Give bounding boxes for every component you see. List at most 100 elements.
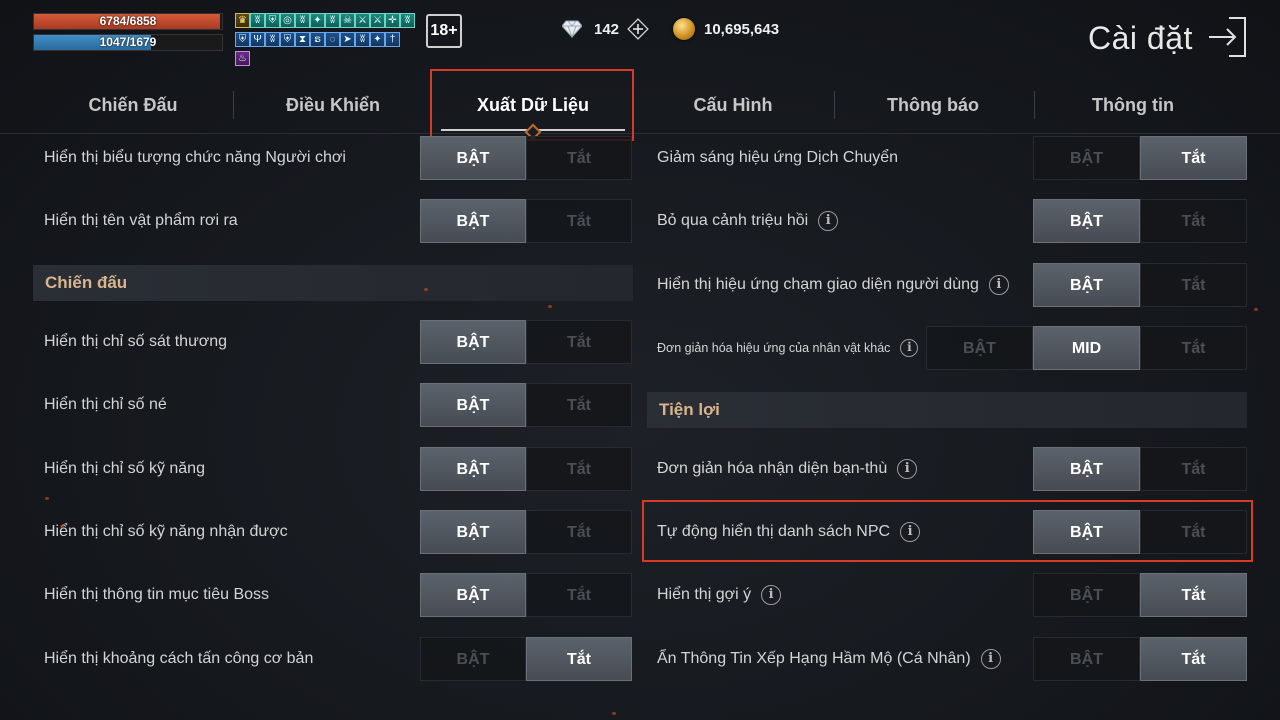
off-button[interactable]: Tắt <box>1140 573 1247 617</box>
off-button[interactable]: Tắt <box>526 637 632 681</box>
setting-label: Hiển thị chỉ số sát thương <box>44 333 228 350</box>
on-button[interactable]: BẬT <box>420 136 526 180</box>
setting-label: Hiển thị gợi ý i <box>657 573 782 617</box>
arrow-icon: ➤ <box>340 32 355 47</box>
spiral-icon: ◌ <box>325 32 340 47</box>
off-button[interactable]: Tắt <box>526 320 632 364</box>
off-button[interactable]: Tắt <box>1140 136 1247 180</box>
info-icon[interactable]: i <box>818 211 839 231</box>
setting-label: Hiển thị khoảng cách tấn công cơ bản <box>44 650 314 667</box>
off-button[interactable]: Tắt <box>526 136 632 180</box>
setting-label-text: Hiển thị gợi ý <box>657 586 752 603</box>
trident-icon: Ψ <box>250 32 265 47</box>
diamond-icon <box>562 20 582 38</box>
diamond-amount: 142 <box>594 20 620 38</box>
section-title: Tiện lợi <box>659 400 720 419</box>
setting-label: Ẩn Thông Tin Xếp Hạng Hầm Mộ (Cá Nhân) i <box>657 637 1001 681</box>
setting-label-text: Bỏ qua cảnh triệu hồi <box>657 212 809 229</box>
toggle: BẬT Tắt <box>420 637 632 681</box>
info-icon[interactable]: i <box>897 459 918 479</box>
gold-amount: 10,695,643 <box>704 20 780 38</box>
toggle: BẬT Tắt <box>420 573 632 617</box>
toggle: BẬT Tắt <box>1033 199 1247 243</box>
setting-label-text: Ẩn Thông Tin Xếp Hạng Hầm Mộ (Cá Nhân) <box>657 650 971 667</box>
on-button[interactable]: BẬT <box>1033 637 1140 681</box>
setting-row: Hiển thị chỉ số né BẬT Tắt <box>32 383 632 427</box>
off-button[interactable]: Tắt <box>1140 637 1247 681</box>
off-button[interactable]: Tắt <box>1140 199 1247 243</box>
mp-text: 1047/1679 <box>99 35 157 49</box>
highlight-box-tab <box>430 69 634 141</box>
toggle: BẬT Tắt <box>1033 447 1247 491</box>
info-icon[interactable]: i <box>980 649 1001 669</box>
setting-label-text: Hiển thị hiệu ứng chạm giao diện người d… <box>657 276 979 293</box>
swirl-icon: ຣ <box>310 32 325 47</box>
tab-controls[interactable]: Điều Khiển <box>233 76 433 134</box>
toggle: BẬT Tắt <box>420 447 632 491</box>
mp-bar: 1047/1679 <box>33 34 223 51</box>
info-icon[interactable]: i <box>988 275 1009 295</box>
on-button[interactable]: BẬT <box>420 447 526 491</box>
info-icon[interactable]: i <box>761 585 782 605</box>
trophy-icon: ♛ <box>235 13 250 28</box>
section-header-convenience: Tiện lợi <box>647 392 1247 428</box>
setting-row: Đơn giản hóa nhận diện bạn-thù i BẬT Tắt <box>645 447 1247 491</box>
ember-particle <box>45 497 49 500</box>
on-button[interactable]: BẬT <box>1033 199 1140 243</box>
off-button[interactable]: Tắt <box>526 383 632 427</box>
star-icon: ✦ <box>310 13 325 28</box>
ember-particle <box>60 525 64 528</box>
hourglass-icon: ⧗ <box>295 32 310 47</box>
tab-config[interactable]: Cấu Hình <box>633 76 833 134</box>
ember-particle <box>1254 308 1258 311</box>
wing-icon: ʬ <box>355 32 370 47</box>
on-button[interactable]: BẬT <box>420 510 526 554</box>
add-diamond-icon[interactable] <box>627 18 649 40</box>
toggle: BẬT Tắt <box>1033 263 1247 307</box>
off-button[interactable]: Tắt <box>1140 326 1247 370</box>
on-button[interactable]: BẬT <box>1033 263 1140 307</box>
shield-icon: ⛨ <box>280 32 295 47</box>
diamond-currency: 142 <box>562 18 649 40</box>
tab-notifications[interactable]: Thông báo <box>833 76 1033 134</box>
toggle: BẬT Tắt <box>1033 573 1247 617</box>
on-button[interactable]: BẬT <box>420 320 526 364</box>
off-button[interactable]: Tắt <box>1140 447 1247 491</box>
ember-particle <box>548 305 552 308</box>
gold-coin-icon <box>673 18 695 40</box>
on-button[interactable]: BẬT <box>420 199 526 243</box>
off-button[interactable]: Tắt <box>526 447 632 491</box>
ember-particle <box>612 712 616 715</box>
on-button[interactable]: BẬT <box>1033 573 1140 617</box>
off-button[interactable]: Tắt <box>526 510 632 554</box>
off-button[interactable]: Tắt <box>526 199 632 243</box>
toggle: BẬT Tắt <box>420 136 632 180</box>
off-button[interactable]: Tắt <box>1140 263 1247 307</box>
on-button[interactable]: BẬT <box>1033 447 1140 491</box>
skull-icon: ☠ <box>340 13 355 28</box>
setting-row: Hiển thị chỉ số sát thương BẬT Tắt <box>32 320 632 364</box>
tab-combat[interactable]: Chiến Đấu <box>33 76 233 134</box>
on-button[interactable]: BẬT <box>926 326 1033 370</box>
ember-particle <box>424 288 428 291</box>
wing-icon: ʬ <box>265 32 280 47</box>
setting-label: Hiển thị hiệu ứng chạm giao diện người d… <box>657 263 1009 307</box>
setting-label-text: Đơn giản hóa nhận diện bạn-thù <box>657 460 888 477</box>
age-rating-badge: 18+ <box>426 14 462 48</box>
on-button[interactable]: BẬT <box>420 573 526 617</box>
on-button[interactable]: BẬT <box>420 637 526 681</box>
on-button[interactable]: BẬT <box>420 383 526 427</box>
setting-label: Đơn giản hóa hiệu ứng của nhân vật khác i <box>657 326 919 370</box>
setting-row: Ẩn Thông Tin Xếp Hạng Hầm Mộ (Cá Nhân) i … <box>645 637 1247 681</box>
setting-row: Hiển thị khoảng cách tấn công cơ bản BẬT… <box>32 637 632 681</box>
tab-info[interactable]: Thông tin <box>1033 76 1233 134</box>
shield-icon: ⛨ <box>265 13 280 28</box>
mid-button[interactable]: MID <box>1033 326 1140 370</box>
setting-label: Hiển thị chỉ số kỹ năng nhận được <box>44 523 288 540</box>
setting-label: Đơn giản hóa nhận diện bạn-thù i <box>657 447 918 491</box>
info-icon[interactable]: i <box>900 339 919 357</box>
setting-label: Hiển thị chỉ số kỹ năng <box>44 460 205 477</box>
exit-icon[interactable] <box>1207 16 1249 58</box>
on-button[interactable]: BẬT <box>1033 136 1140 180</box>
off-button[interactable]: Tắt <box>526 573 632 617</box>
